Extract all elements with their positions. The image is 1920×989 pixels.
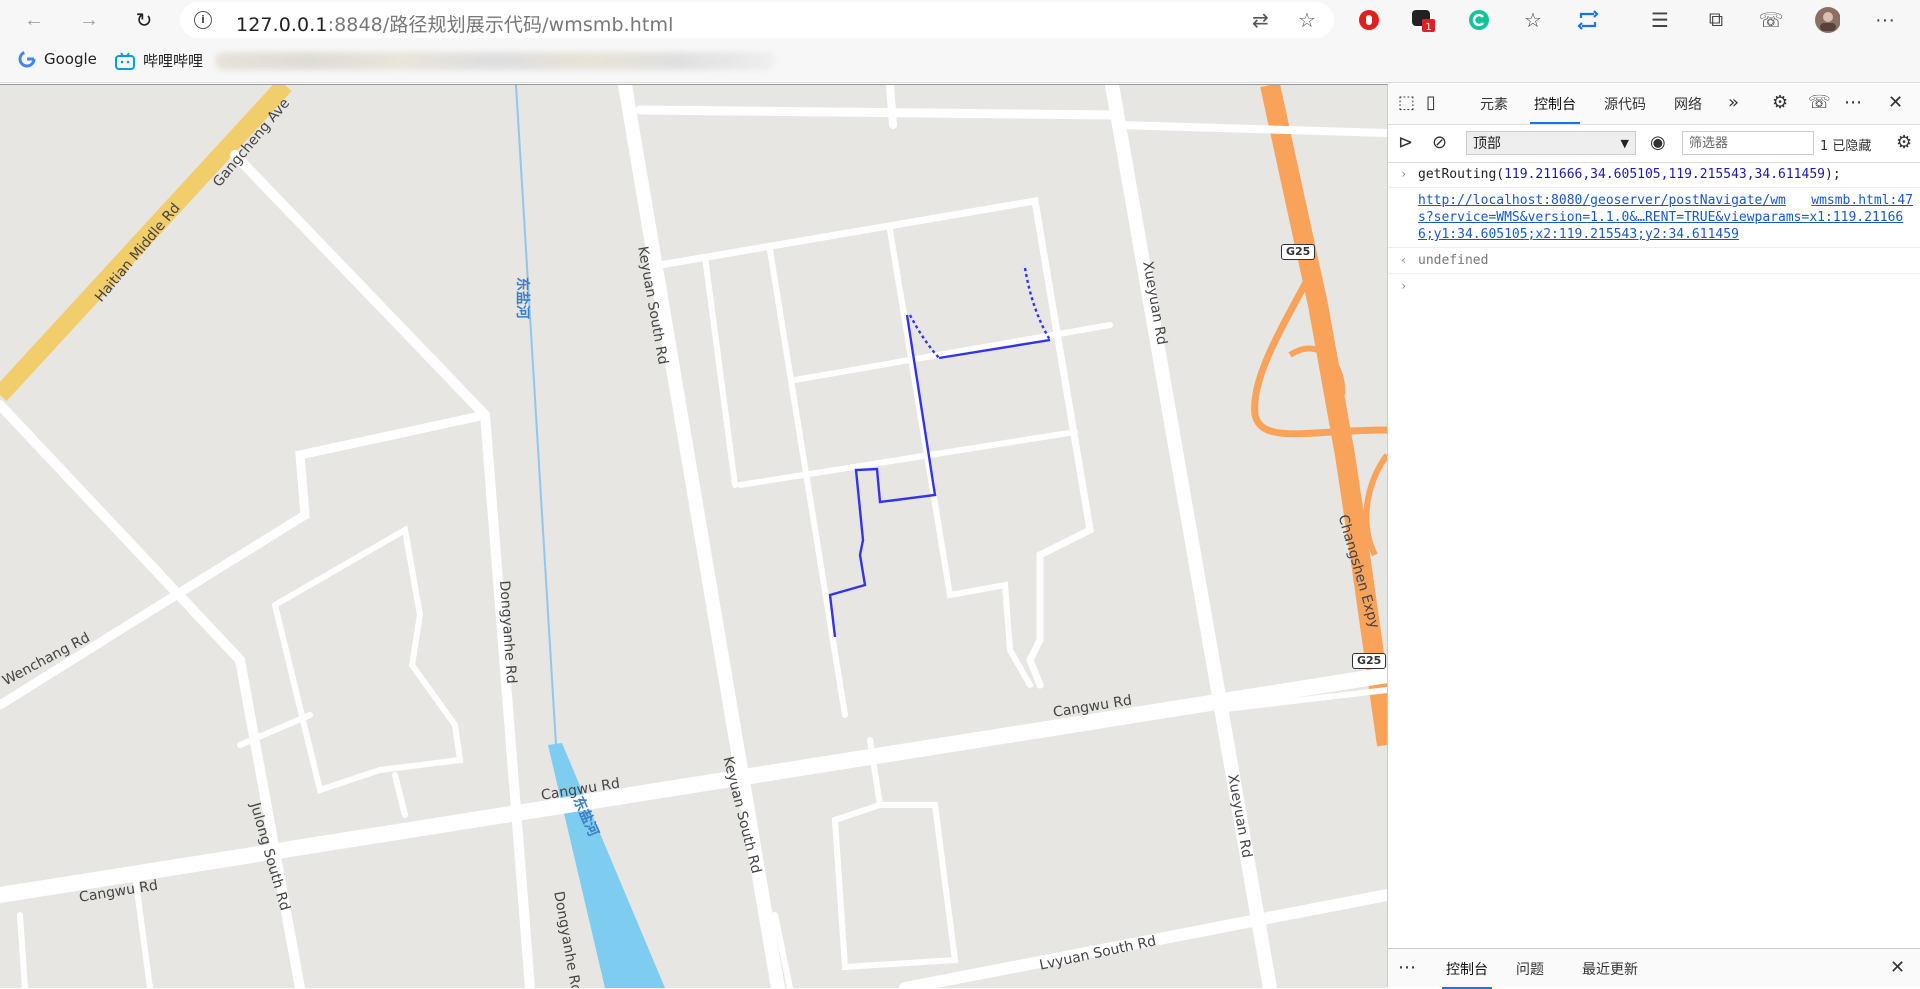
info-icon[interactable]: i (194, 11, 212, 29)
result-arrow-icon: ‹ (1400, 253, 1408, 267)
clear-console-icon[interactable]: ⊘ (1432, 132, 1447, 153)
campus-road (767, 247, 848, 718)
back-button[interactable]: ← (20, 6, 48, 34)
console-result-row: ‹ undefined (1388, 248, 1920, 274)
devtools-panel: ⬚ ▯ 元素 控制台 源代码 网络 » ⚙ ☏ ⋯ ✕ ⊳ ⊘ 顶部 ▼ ◉ 筛选… (1387, 84, 1920, 989)
campus-road (702, 254, 738, 488)
map-canvas[interactable]: Haitian Middle Rd Gangcheng Ave Keyuan S… (0, 84, 1387, 988)
residential-road (272, 525, 464, 794)
drawer-tab-whats-new[interactable]: 最近更新 (1582, 959, 1638, 979)
residential-road (392, 772, 408, 818)
road-network (0, 85, 1387, 988)
eye-icon[interactable]: ◉ (1650, 132, 1666, 153)
favorite-star-icon[interactable]: ☆ (1298, 8, 1316, 33)
gear-icon[interactable]: ⚙ (1772, 92, 1788, 113)
tab-sources[interactable]: 源代码 (1604, 94, 1646, 114)
bookmark-google[interactable]: Google (18, 50, 97, 68)
grammar-extension-icon[interactable] (1466, 7, 1492, 33)
adblock-extension-icon[interactable] (1356, 7, 1382, 33)
filter-input[interactable]: 筛选器 (1682, 131, 1814, 155)
extension-badge-icon[interactable]: 1 (1410, 7, 1436, 33)
more-tabs-icon[interactable]: » (1728, 92, 1739, 113)
map-svg (0, 85, 1387, 988)
context-select[interactable]: 顶部 ▼ (1466, 131, 1636, 155)
console-settings-icon[interactable]: ⚙ (1896, 132, 1912, 153)
sync-extension-icon[interactable] (1575, 7, 1601, 33)
console-prompt-row[interactable]: › (1388, 274, 1920, 299)
drawer-close-icon[interactable]: ✕ (1890, 957, 1905, 978)
url-text[interactable]: 127.0.0.1:8848/路径规划展示代码/wmsmb.html (236, 10, 673, 37)
address-bar[interactable]: i 127.0.0.1:8848/路径规划展示代码/wmsmb.html ⇄ ☆ (180, 2, 1334, 38)
river-label: 东盐河 (514, 277, 530, 319)
blurred-bookmarks (215, 52, 775, 70)
expressway-road (1260, 85, 1387, 747)
translate-icon[interactable]: ⇄ (1252, 8, 1269, 33)
favorites-icon[interactable]: ☰ (1647, 7, 1673, 33)
road-north-link (886, 85, 897, 129)
prompt-chevron-icon: › (1400, 279, 1408, 293)
tab-network[interactable]: 网络 (1674, 94, 1702, 114)
forward-button[interactable]: → (75, 6, 103, 34)
bookmark-bilibili[interactable]: 哔哩哔哩 (115, 50, 203, 71)
road-julong-south (0, 400, 305, 988)
reload-button[interactable]: ↻ (130, 6, 158, 34)
road-north-east (1116, 121, 1387, 137)
star-icon[interactable]: ☆ (1520, 7, 1546, 33)
console-log: › getRouting(119.211666,34.605105,119.21… (1388, 162, 1920, 299)
console-input-row: › getRouting(119.211666,34.605105,119.21… (1388, 162, 1920, 188)
console-output-row: wmsmb.html:47 http://localhost:8080/geos… (1388, 188, 1920, 248)
expressway-ramp (1363, 453, 1387, 557)
drawer-tab-console[interactable]: 控制台 (1442, 959, 1492, 989)
campus-road (656, 196, 1094, 689)
feedback-icon[interactable]: ☏ (1758, 7, 1784, 33)
input-chevron-icon: › (1400, 167, 1408, 181)
river-stream (515, 85, 557, 746)
profile-avatar[interactable] (1814, 7, 1840, 33)
browser-toolbar: ← → ↻ i 127.0.0.1:8848/路径规划展示代码/wmsmb.ht… (0, 0, 1920, 40)
devtools-drawer: ⋯ 控制台 问题 最近更新 ✕ (1388, 948, 1920, 989)
side-road (17, 912, 28, 988)
more-menu-icon[interactable]: ··· (1872, 7, 1898, 33)
drawer-tab-issues[interactable]: 问题 (1516, 959, 1544, 979)
tab-console[interactable]: 控制台 (1530, 94, 1580, 124)
svg-text:1: 1 (1425, 22, 1431, 33)
feedback-icon[interactable]: ☏ (1808, 92, 1831, 113)
google-icon (18, 50, 36, 68)
close-icon[interactable]: ✕ (1888, 92, 1903, 113)
sidebar-toggle-icon[interactable]: ⊳ (1398, 132, 1413, 153)
bookmarks-bar: Google 哔哩哔哩 (0, 40, 1920, 83)
more-options-icon[interactable]: ⋯ (1844, 92, 1862, 113)
inspect-icon[interactable]: ⬚ (1398, 92, 1415, 113)
road-north (635, 105, 1120, 120)
residential-road (831, 737, 959, 971)
bilibili-icon (115, 51, 135, 70)
route-dashed (908, 314, 940, 359)
devtools-tabbar: ⬚ ▯ 元素 控制台 源代码 网络 » ⚙ ☏ ⋯ ✕ (1388, 84, 1920, 125)
hidden-count: 1 已隐藏 (1820, 139, 1872, 154)
collections-icon[interactable]: ⧉ (1703, 7, 1729, 33)
drawer-menu-icon[interactable]: ⋯ (1398, 957, 1416, 978)
campus-road (737, 429, 1078, 488)
road-cangwu (0, 667, 1387, 903)
chevron-down-icon: ▼ (1620, 137, 1629, 150)
highway-shield: G25 (1281, 244, 1316, 260)
highway-shield: G25 (1352, 653, 1387, 669)
device-toggle-icon[interactable]: ▯ (1426, 92, 1436, 113)
console-toolbar: ⊳ ⊘ 顶部 ▼ ◉ 筛选器 1 已隐藏 ⚙ (1388, 124, 1920, 163)
source-link[interactable]: wmsmb.html:47 (1811, 192, 1913, 209)
tab-elements[interactable]: 元素 (1480, 94, 1508, 114)
